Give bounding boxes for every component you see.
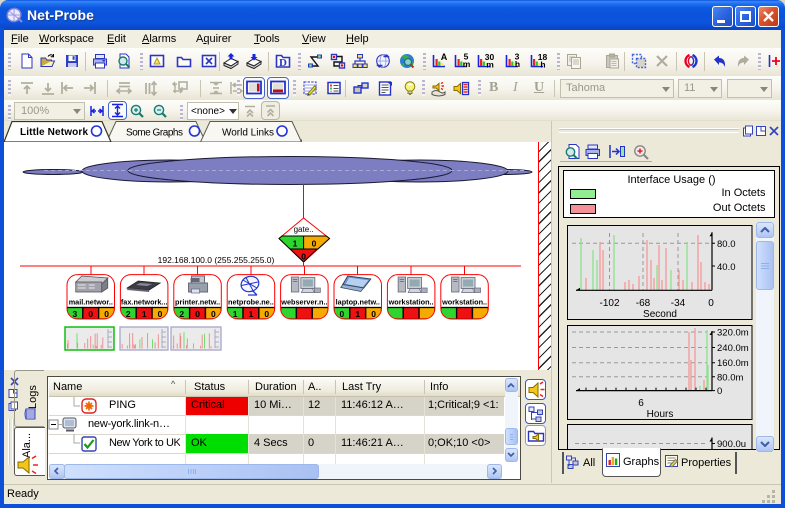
svg-text:printer.netw..: printer.netw.. <box>175 298 220 307</box>
svg-text:1: 1 <box>293 239 298 249</box>
svg-text:0: 0 <box>264 309 269 319</box>
svg-text:laptop.netw..: laptop.netw.. <box>336 298 380 307</box>
svg-text:gate..: gate.. <box>294 225 314 234</box>
svg-text:mail.networ..: mail.networ.. <box>69 298 113 307</box>
svg-text:Little Network: Little Network <box>20 127 88 138</box>
svg-text:0: 0 <box>88 309 93 319</box>
svg-text:160.0m: 160.0m <box>717 358 749 369</box>
svg-text:0: 0 <box>312 239 317 249</box>
svg-text:-102: -102 <box>599 298 619 309</box>
svg-text:workstation..: workstation.. <box>441 298 487 307</box>
svg-text:0: 0 <box>301 252 306 262</box>
svg-text:1: 1 <box>355 309 360 319</box>
svg-text:World Links: World Links <box>222 128 274 139</box>
svg-text:1: 1 <box>142 309 147 319</box>
svg-text:0: 0 <box>340 309 345 319</box>
svg-text:3: 3 <box>73 309 78 319</box>
svg-text:40.0: 40.0 <box>717 262 736 273</box>
svg-text:80.0m: 80.0m <box>717 373 743 384</box>
svg-text:320.0m: 320.0m <box>717 328 749 339</box>
svg-text:Second: Second <box>643 309 677 320</box>
svg-text:240.0m: 240.0m <box>717 343 749 354</box>
svg-text:6: 6 <box>638 398 644 409</box>
svg-text:0: 0 <box>708 298 714 309</box>
svg-text:1: 1 <box>233 309 238 319</box>
svg-text:m: m <box>486 60 494 70</box>
svg-text:workstation..: workstation.. <box>388 298 434 307</box>
svg-text:Some Graphs: Some Graphs <box>126 128 183 139</box>
svg-text:fax.network...: fax.network... <box>121 298 168 307</box>
svg-text:D: D <box>279 57 287 69</box>
svg-text:-68: -68 <box>635 298 650 309</box>
svg-text:webserver.n..: webserver.n.. <box>280 298 327 307</box>
svg-text:-34: -34 <box>670 298 685 309</box>
svg-text:0: 0 <box>104 309 109 319</box>
svg-text:0: 0 <box>211 309 216 319</box>
svg-text:2: 2 <box>126 309 131 319</box>
svg-text:900.0u: 900.0u <box>717 439 746 450</box>
svg-text:1: 1 <box>249 309 254 319</box>
svg-text:h: h <box>540 60 545 70</box>
svg-text:0: 0 <box>158 309 163 319</box>
svg-text:0: 0 <box>717 386 722 397</box>
svg-text:0: 0 <box>195 309 200 319</box>
svg-text:h: h <box>515 59 520 69</box>
svg-text:A: A <box>441 52 448 62</box>
svg-text:Hours: Hours <box>646 409 673 420</box>
svg-text:0: 0 <box>371 309 376 319</box>
svg-text:80.0: 80.0 <box>717 239 736 250</box>
svg-text:netprobe.ne..: netprobe.ne.. <box>228 298 274 307</box>
svg-text:2: 2 <box>179 309 184 319</box>
svg-text:m: m <box>463 59 471 69</box>
svg-text:192.168.100.0 (255.255.255.0): 192.168.100.0 (255.255.255.0) <box>158 255 275 265</box>
